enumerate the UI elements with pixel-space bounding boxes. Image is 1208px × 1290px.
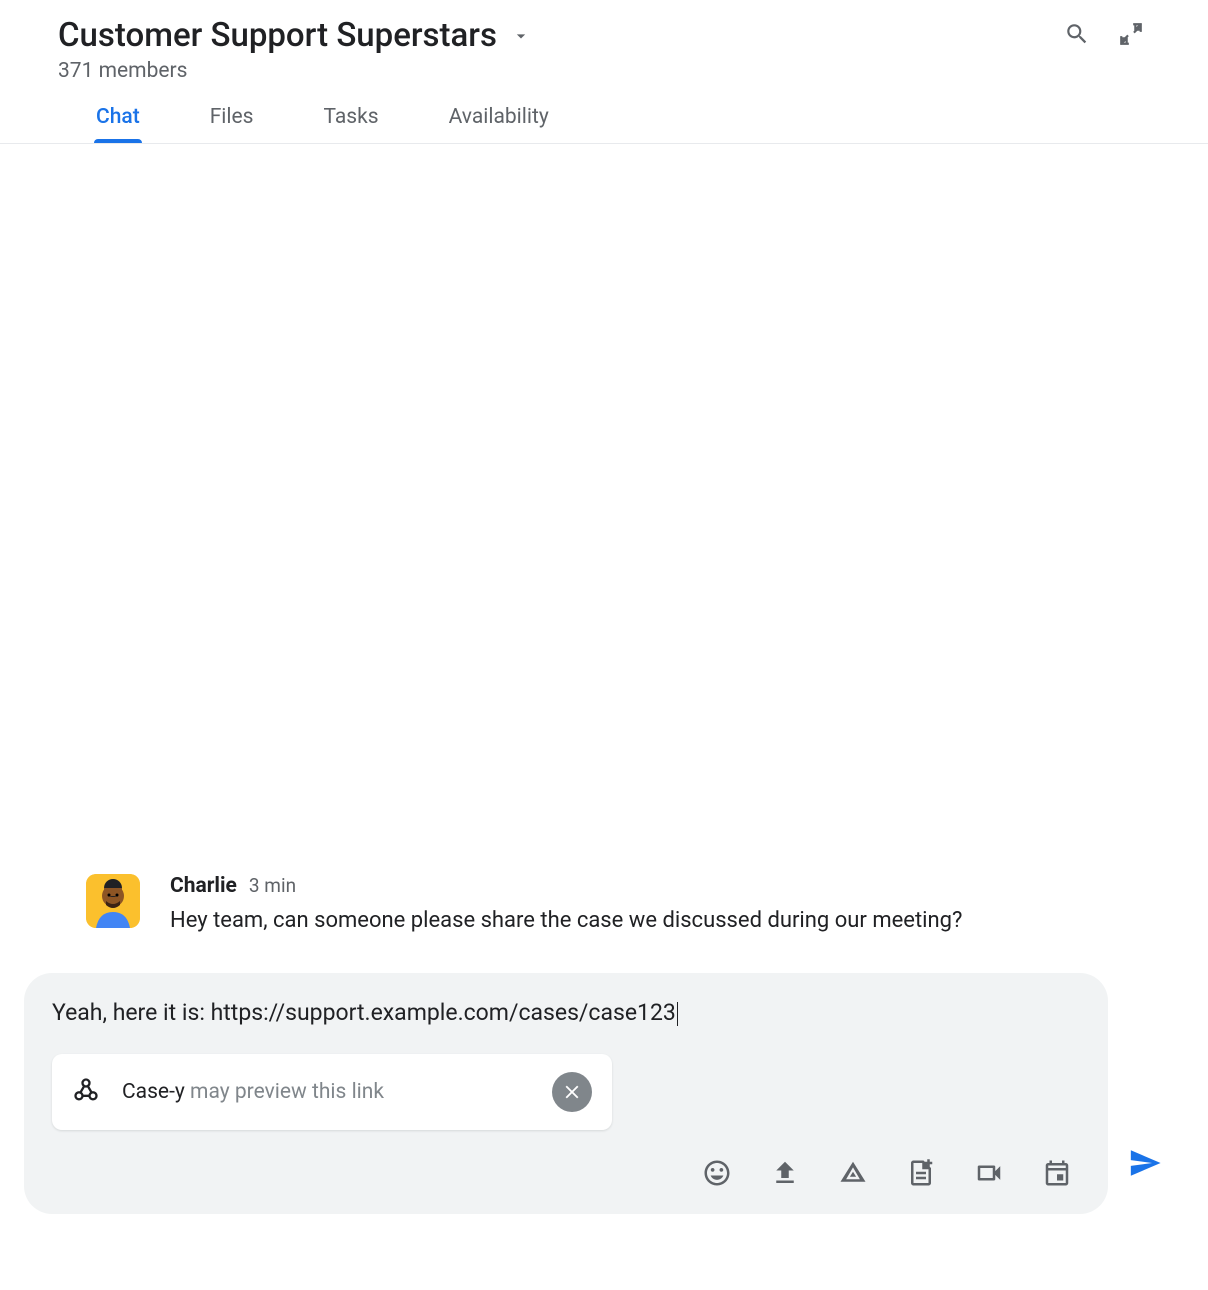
search-icon[interactable] [1064,21,1090,51]
message-row: Charlie 3 min Hey team, can someone plea… [24,874,1184,937]
collapse-icon[interactable] [1118,21,1144,51]
compose-input[interactable]: Yeah, here it is: https://support.exampl… [52,999,1080,1026]
dismiss-preview-button[interactable] [552,1072,592,1112]
emoji-icon[interactable] [702,1158,732,1192]
tab-chat[interactable]: Chat [96,105,140,143]
preview-app-name: Case-y [122,1080,185,1104]
room-title: Customer Support Superstars [58,16,497,55]
send-button[interactable] [1128,1146,1162,1184]
upload-icon[interactable] [770,1158,800,1192]
tab-availability[interactable]: Availability [449,105,549,143]
video-icon[interactable] [974,1158,1004,1192]
chat-header: Customer Support Superstars 371 members … [0,0,1208,144]
tab-files[interactable]: Files [210,105,254,143]
avatar[interactable] [86,874,140,928]
preview-hint: may preview this link [190,1080,384,1104]
compose-box[interactable]: Yeah, here it is: https://support.exampl… [24,973,1108,1214]
tabs: Chat Files Tasks Availability [58,105,1184,143]
drive-icon[interactable] [838,1158,868,1192]
chat-area: Charlie 3 min Hey team, can someone plea… [0,144,1208,1254]
message-time: 3 min [249,874,296,897]
preview-text: Case-y may preview this link [122,1080,530,1104]
link-preview-card: Case-y may preview this link [52,1054,612,1130]
tab-tasks[interactable]: Tasks [324,105,379,143]
message-author: Charlie [170,874,237,898]
member-count: 371 members [58,59,1184,83]
title-row: Customer Support Superstars [58,16,1184,55]
create-doc-icon[interactable] [906,1158,936,1192]
calendar-icon[interactable] [1042,1158,1072,1192]
webhook-icon [72,1076,100,1108]
compose-toolbar [52,1158,1080,1192]
chevron-down-icon[interactable] [511,26,531,46]
message-text: Hey team, can someone please share the c… [170,904,1024,937]
